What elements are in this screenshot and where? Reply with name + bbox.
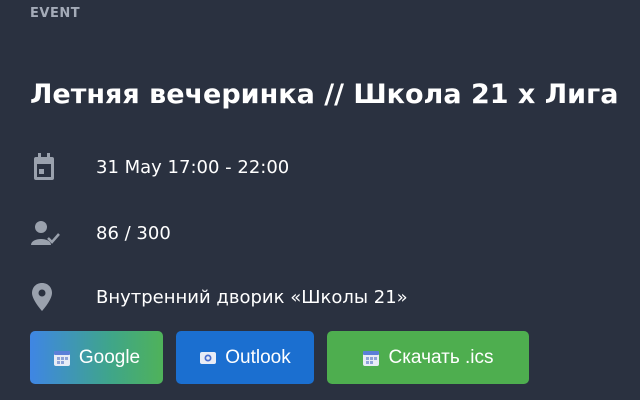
event-location-row: Внутренний дворик «Школы 21»: [30, 280, 408, 314]
calendar-icon: [363, 350, 380, 366]
event-attendance-row: 86 / 300: [30, 216, 171, 250]
google-button-label: Google: [78, 346, 141, 368]
ics-button-label: Скачать .ics: [388, 346, 494, 368]
event-attendance: 86 / 300: [96, 222, 171, 244]
event-category-label: EVENT: [30, 6, 81, 21]
calendar-icon: [30, 150, 66, 184]
add-to-google-calendar-button[interactable]: Google: [30, 331, 163, 384]
event-card: EVENT Летняя вечеринка // Школа 21 x Лиг…: [0, 0, 640, 400]
location-pin-icon: [30, 280, 66, 314]
event-date: 31 May 17:00 - 22:00: [96, 156, 290, 178]
person-check-icon: [30, 216, 66, 250]
download-ics-button[interactable]: Скачать .ics: [327, 331, 529, 384]
event-location: Внутренний дворик «Школы 21»: [96, 286, 408, 308]
add-to-outlook-button[interactable]: Outlook: [176, 331, 314, 384]
outlook-icon: [200, 351, 217, 364]
event-date-row: 31 May 17:00 - 22:00: [30, 150, 289, 184]
calendar-icon: [53, 350, 70, 366]
event-title: Летняя вечеринка // Школа 21 x Лига: [30, 79, 619, 110]
outlook-button-label: Outlook: [225, 346, 291, 368]
